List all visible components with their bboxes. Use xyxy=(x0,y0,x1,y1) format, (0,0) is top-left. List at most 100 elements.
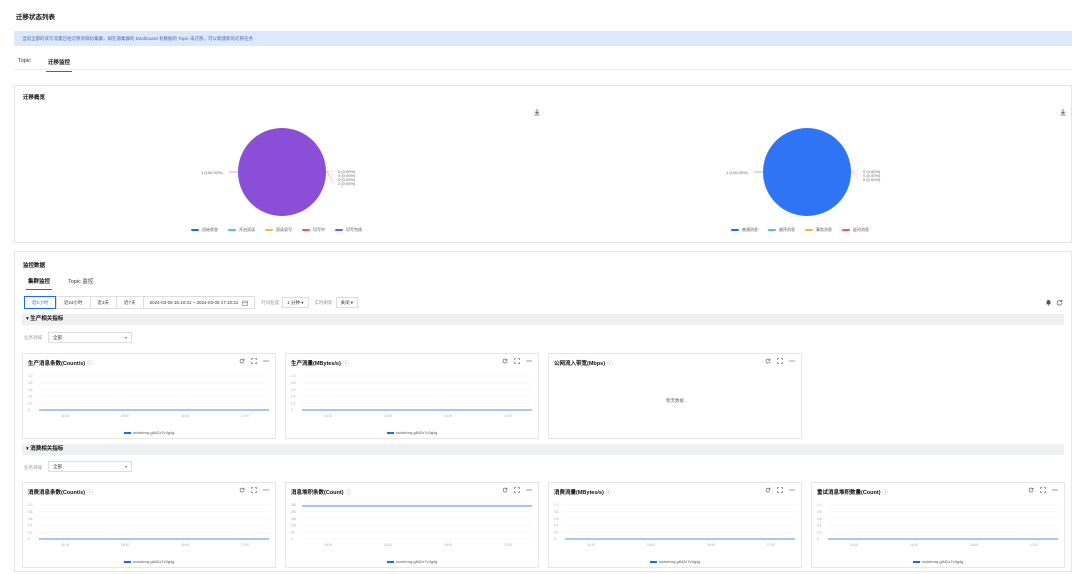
fullscreen-icon[interactable] xyxy=(251,358,257,364)
legend-item[interactable]: 初始状态 xyxy=(191,227,218,233)
filter-select[interactable]: 全部 ▾ xyxy=(48,461,132,472)
more-icon[interactable] xyxy=(263,358,269,364)
x-tick-label: 17:00 xyxy=(1030,543,1038,547)
chart-legend[interactable]: rocketmq-g842z7v3g4g xyxy=(549,559,801,564)
fullscreen-icon[interactable] xyxy=(777,358,783,364)
pie-legend: 初始状态 开启双读 双读双写 切写中 切写完成 xyxy=(191,227,362,233)
info-icon[interactable]: ⓘ xyxy=(346,490,352,496)
tab-topic-monitor[interactable]: Topic 监控 xyxy=(68,277,93,285)
chart-title: 消费消息条数(Count/s) ⓘ xyxy=(28,490,93,496)
chart-legend[interactable]: rocketmq-g842z7v3g4g xyxy=(812,559,1064,564)
chart-legend[interactable]: rocketmq-g842z7v3g4g xyxy=(286,559,538,564)
metric-chart-card: 公网流入带宽(Mbps) ⓘ 暂无数据 xyxy=(548,353,802,439)
legend-item[interactable]: 延时消息 xyxy=(842,227,869,233)
metric-chart-card: 重试消息堆积数量(Count) ⓘ 1.0 0.8 0.6 0.4 0.2 0 16:15 16:… xyxy=(811,482,1065,568)
line-chart: 1.0 0.8 0.6 0.4 0.2 0 16:15 16:30 16:45 17:00 xyxy=(291,374,532,418)
fullscreen-icon[interactable] xyxy=(251,487,257,493)
x-tick-label: 16:30 xyxy=(647,543,655,547)
legend-item[interactable]: 切写完成 xyxy=(335,227,362,233)
filter-select[interactable]: 全部 ▾ xyxy=(48,332,132,343)
date-range-picker[interactable]: 2024-03-05 16:10:31 ~ 2024-03-05 17:10:3… xyxy=(142,296,256,309)
legend-item[interactable]: 事务消息 xyxy=(805,227,832,233)
refresh-icon[interactable] xyxy=(239,487,245,493)
more-icon[interactable] xyxy=(789,487,795,493)
more-icon[interactable] xyxy=(789,358,795,364)
range-24h-button[interactable]: 近24小时 xyxy=(56,296,90,309)
more-icon[interactable] xyxy=(1052,487,1058,493)
legend-item[interactable]: 双读双写 xyxy=(265,227,292,233)
legend-item[interactable]: 开启双读 xyxy=(228,227,255,233)
x-tick-label: 16:30 xyxy=(121,414,129,418)
y-tick-label: 1.0 xyxy=(28,503,33,507)
range-7d-button[interactable]: 近7天 xyxy=(116,296,143,309)
refresh-icon[interactable] xyxy=(239,358,245,364)
info-icon[interactable]: ⓘ xyxy=(343,361,349,367)
pie-main-label: 1 (100.00%) xyxy=(201,169,223,175)
y-tick-label: 60 xyxy=(291,530,295,534)
line-chart: 1.0 0.8 0.6 0.4 0.2 0 16:15 16:30 16:45 17:00 xyxy=(28,503,269,547)
tab-cluster-monitor[interactable]: 集群监控 xyxy=(25,277,53,290)
chart-legend[interactable]: rocketmq-g842z7v3g4g xyxy=(286,430,538,435)
chart-legend[interactable]: rocketmq-g842z7v3g4g xyxy=(23,559,275,564)
refresh-icon[interactable] xyxy=(502,487,508,493)
info-icon[interactable]: ⓘ xyxy=(87,490,93,496)
legend-swatch xyxy=(386,431,394,434)
y-tick-label: 1.0 xyxy=(28,374,33,378)
legend-item[interactable]: 顺序消息 xyxy=(768,227,795,233)
y-tick-label: 0.6 xyxy=(817,517,822,521)
more-icon[interactable] xyxy=(526,487,532,493)
refresh-icon[interactable] xyxy=(502,358,508,364)
tab-migration-monitor[interactable]: 迁移监控 xyxy=(45,58,73,72)
tab-topic[interactable]: Topic xyxy=(18,58,31,64)
chart-title: 公网流入带宽(Mbps) ⓘ xyxy=(554,361,613,367)
metric-chart-card: 生产消息条数(Count/s) ⓘ 1.0 0.8 0.6 0.4 0.2 0 16:15 16:… xyxy=(22,353,276,439)
refresh-icon[interactable] xyxy=(1028,487,1034,493)
legend-swatch xyxy=(649,560,657,563)
fullscreen-icon[interactable] xyxy=(1040,487,1046,493)
fullscreen-icon[interactable] xyxy=(514,487,520,493)
range-1h-button[interactable]: 近1小时 xyxy=(24,296,57,309)
chevron-down-icon: ▾ xyxy=(124,464,127,469)
refresh-icon[interactable] xyxy=(765,358,771,364)
metric-chart-card: 消费消息条数(Count/s) ⓘ 1.0 0.8 0.6 0.4 0.2 0 16:15 16:… xyxy=(22,482,276,568)
refresh-icon[interactable] xyxy=(765,487,771,493)
refresh-select[interactable]: 关闭 ▾ xyxy=(335,297,359,308)
y-tick-label: 0 xyxy=(291,408,293,412)
bell-icon[interactable] xyxy=(1045,299,1052,306)
overview-card: 迁移概览 1 (100.00%) 0 (0.00%) 0 (0.00%) 0 (… xyxy=(14,85,1072,243)
more-icon[interactable] xyxy=(526,358,532,364)
monitor-title: 监控数据 xyxy=(23,263,46,269)
fullscreen-icon[interactable] xyxy=(514,358,520,364)
download-icon[interactable] xyxy=(533,108,541,116)
x-tick-label: 16:30 xyxy=(384,414,392,418)
y-tick-label: 0 xyxy=(554,537,556,541)
y-tick-label: 120 xyxy=(291,524,297,528)
metric-chart-card: 消费流量(MBytes/s) ⓘ 1.0 0.8 0.6 0.4 0.2 0 16:15 16:3… xyxy=(548,482,802,568)
download-icon[interactable] xyxy=(1059,108,1067,116)
x-tick-label: 16:15 xyxy=(324,543,332,547)
line-chart: 1.0 0.8 0.6 0.4 0.2 0 16:15 16:30 16:45 17:00 xyxy=(28,374,269,418)
info-icon[interactable]: ⓘ xyxy=(883,490,889,496)
calendar-icon[interactable] xyxy=(242,300,249,306)
x-tick-label: 16:15 xyxy=(587,543,595,547)
legend-item[interactable]: 普通消息 xyxy=(731,227,758,233)
y-tick-label: 0.8 xyxy=(291,381,296,385)
y-tick-label: 300 xyxy=(291,503,297,507)
y-tick-label: 0.6 xyxy=(291,388,296,392)
range-3d-button[interactable]: 近3天 xyxy=(89,296,117,309)
section-consumption[interactable]: ▾ 消费相关指标 xyxy=(22,444,1064,455)
info-icon[interactable]: ⓘ xyxy=(607,361,613,367)
section-production[interactable]: ▾ 生产相关指标 xyxy=(22,314,1064,325)
pie-zero-label: 0 (0.00%) xyxy=(338,180,356,186)
x-tick-label: 16:30 xyxy=(910,543,918,547)
fullscreen-icon[interactable] xyxy=(777,487,783,493)
refresh-icon[interactable] xyxy=(1056,299,1063,306)
more-icon[interactable] xyxy=(263,487,269,493)
chart-legend[interactable]: rocketmq-g842z7v3g4g xyxy=(23,430,275,435)
granularity-select[interactable]: 1 分钟 ▾ xyxy=(282,297,309,308)
filter-label: 业务领域 xyxy=(24,335,42,340)
info-icon[interactable]: ⓘ xyxy=(606,490,612,496)
info-icon[interactable]: ⓘ xyxy=(87,361,93,367)
legend-item[interactable]: 切写中 xyxy=(302,227,325,233)
legend-swatch xyxy=(912,560,920,563)
